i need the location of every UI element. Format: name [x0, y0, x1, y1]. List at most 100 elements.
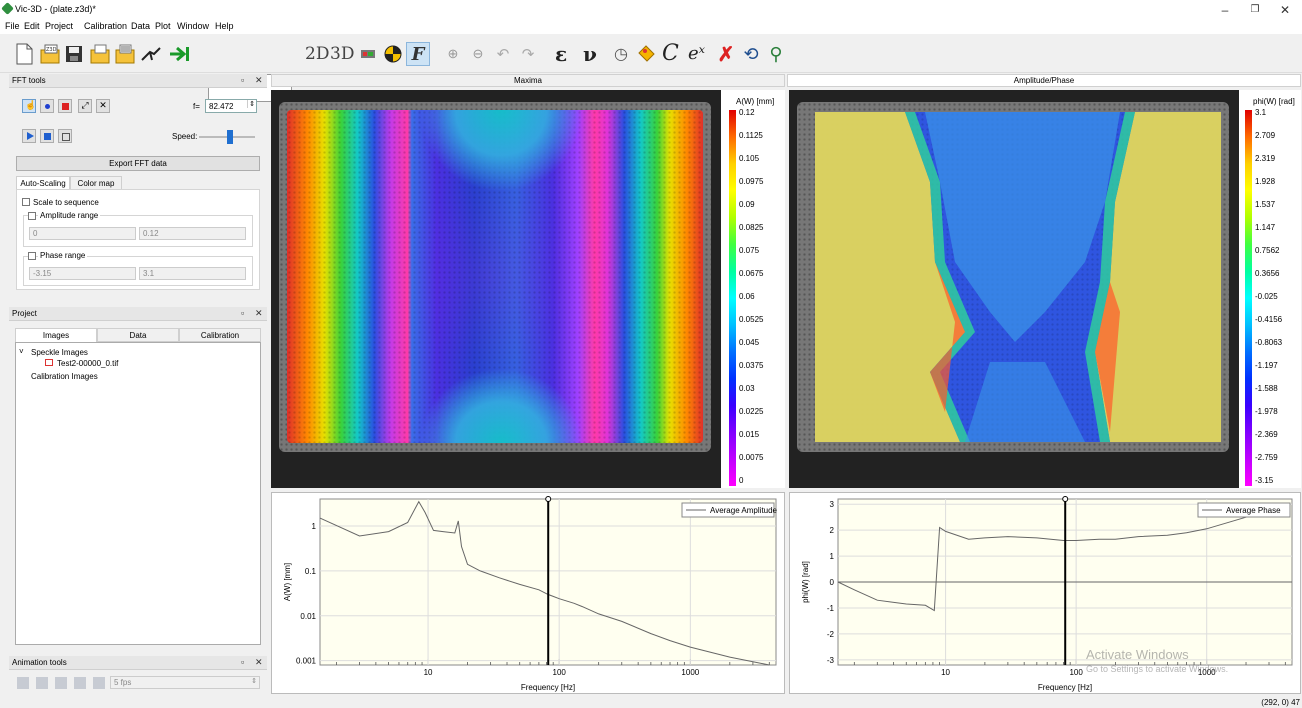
- zoom-out-icon[interactable]: ⊖: [466, 42, 490, 66]
- spin-arrows-icon[interactable]: ⇕: [247, 100, 255, 108]
- line-tool-icon[interactable]: ⤢: [78, 99, 92, 113]
- freq-spinbox[interactable]: 82.472 ⇕: [205, 99, 257, 113]
- menu-plot[interactable]: Plot: [152, 21, 174, 31]
- phase-chart[interactable]: 10 100 10003210-1-2-3Frequency [Hz]phi(W) …: [790, 493, 1300, 693]
- menu-project[interactable]: Project: [42, 21, 76, 31]
- close-panel-icon[interactable]: ✕: [255, 308, 263, 319]
- tab-data[interactable]: Data: [97, 328, 179, 342]
- colorbar-tick-label: 0.015: [739, 430, 760, 439]
- amplitude-plot[interactable]: 10 100 1000 1 0.1 0.01 0.001 Frequency [Hz] A(W)…: [271, 492, 785, 694]
- menu-data[interactable]: Data: [128, 21, 153, 31]
- colorbar-tick-label: 1.928: [1255, 177, 1276, 186]
- float-icon[interactable]: ▫: [241, 657, 244, 667]
- tag-icon[interactable]: [634, 42, 658, 66]
- fps-select[interactable]: 5 fps ⇕: [110, 676, 260, 689]
- phase-min-field[interactable]: -3.15: [29, 267, 136, 280]
- image-view-icon[interactable]: [356, 42, 380, 66]
- calibration-wizard-icon[interactable]: [140, 42, 164, 66]
- save-icon[interactable]: [62, 42, 86, 66]
- tab-images[interactable]: Images: [15, 328, 97, 342]
- delete-icon[interactable]: ✗: [714, 42, 738, 66]
- menu-file[interactable]: File: [2, 21, 23, 31]
- zoom-in-icon[interactable]: ⊕: [441, 42, 465, 66]
- close-button[interactable]: ✕: [1270, 2, 1300, 18]
- history-icon[interactable]: ⟲: [739, 42, 763, 66]
- maxima-image-view[interactable]: [271, 90, 721, 488]
- velocity-icon[interactable]: ν: [583, 42, 597, 66]
- open-images-icon[interactable]: [88, 42, 112, 66]
- phase-image-view[interactable]: [789, 90, 1239, 488]
- close-panel-icon[interactable]: ✕: [255, 75, 263, 86]
- y-tick-label: 2: [830, 526, 835, 535]
- view-2d-button[interactable]: 2D: [305, 42, 329, 66]
- phase-max-field[interactable]: 3.1: [139, 267, 246, 280]
- strain-icon[interactable]: ε: [555, 42, 567, 66]
- watermark-title: Activate Windows: [1086, 647, 1189, 662]
- menu-help[interactable]: Help: [212, 21, 237, 31]
- menu-calibration[interactable]: Calibration: [81, 21, 130, 31]
- tree-calibration-images[interactable]: Calibration Images: [31, 372, 98, 381]
- watermark-subtitle: Go to Settings to activate Windows.: [1086, 664, 1229, 674]
- tree-speckle-images[interactable]: Speckle Images: [31, 348, 88, 357]
- colorbar-tick-label: 0.0825: [739, 223, 764, 232]
- clear-tool-icon[interactable]: ✕: [96, 99, 110, 113]
- anim-last-icon[interactable]: [74, 677, 86, 689]
- person-icon[interactable]: ⚲: [764, 42, 788, 66]
- export-fft-button[interactable]: Export FFT data: [16, 156, 260, 171]
- expand-icon[interactable]: ˅: [19, 347, 24, 356]
- float-icon[interactable]: ▫: [241, 308, 244, 318]
- run-icon[interactable]: [168, 42, 192, 66]
- tab-auto-scaling[interactable]: Auto-Scaling: [16, 176, 70, 190]
- target-icon[interactable]: [381, 42, 405, 66]
- pan-tool-icon[interactable]: ☝: [22, 99, 36, 113]
- x-axis-label: Frequency [Hz]: [1038, 683, 1092, 692]
- view-title-maxima[interactable]: Maxima: [271, 74, 785, 87]
- anim-play-icon[interactable]: [17, 677, 29, 689]
- colorbar-tick-label: -0.8063: [1255, 338, 1283, 347]
- redo-icon[interactable]: ↷: [516, 42, 540, 66]
- clock-icon[interactable]: ◷: [609, 42, 633, 66]
- colorbar-tick-label: 1.147: [1255, 223, 1276, 232]
- menu-window[interactable]: Window: [174, 21, 212, 31]
- anim-first-icon[interactable]: [55, 677, 67, 689]
- c-function-icon[interactable]: C: [662, 42, 679, 66]
- colorbar-tick-label: 0.7562: [1255, 246, 1280, 255]
- amp-max-field[interactable]: 0.12: [139, 227, 246, 240]
- anim-stop-icon[interactable]: [36, 677, 48, 689]
- view-3d-button[interactable]: 3D: [330, 42, 354, 66]
- x-tick-label: 10: [941, 668, 950, 677]
- speed-slider-thumb[interactable]: [226, 130, 233, 144]
- exp-function-icon[interactable]: eˣ: [688, 42, 705, 66]
- undo-icon[interactable]: ↶: [491, 42, 515, 66]
- phase-colorbar-panel: phi(W) [rad] 3.1 2.709 2.319 1.928 1.537 1.14…: [1239, 90, 1301, 488]
- colorbar-tick-label: 1.537: [1255, 200, 1276, 209]
- anim-loop-icon[interactable]: [93, 677, 105, 689]
- amplitude-range-checkbox[interactable]: [28, 212, 36, 220]
- colorbar-tick-label: 2.709: [1255, 131, 1276, 140]
- project-tree: [15, 342, 261, 645]
- new-file-icon[interactable]: [12, 42, 36, 66]
- tab-color-map[interactable]: Color map: [70, 176, 122, 190]
- record-button[interactable]: [58, 129, 72, 143]
- tab-calibration[interactable]: Calibration: [179, 328, 261, 342]
- close-panel-icon[interactable]: ✕: [255, 657, 263, 668]
- open-z3d-icon[interactable]: Z3D: [38, 42, 62, 66]
- spin-arrows-icon[interactable]: ⇕: [251, 677, 257, 685]
- menu-edit[interactable]: Edit: [21, 21, 43, 31]
- phase-range-checkbox[interactable]: [28, 252, 36, 260]
- point-tool-icon[interactable]: [40, 99, 54, 113]
- stop-button[interactable]: [40, 129, 54, 143]
- colorbar-tick-label: -0.4156: [1255, 315, 1283, 324]
- open-calibration-icon[interactable]: [113, 42, 137, 66]
- tree-file[interactable]: Test2-00000_0.tif: [57, 359, 118, 368]
- scale-to-sequence-checkbox[interactable]: [22, 198, 30, 206]
- minimize-button[interactable]: –: [1210, 2, 1240, 18]
- amp-min-field[interactable]: 0: [29, 227, 136, 240]
- float-icon[interactable]: ▫: [241, 75, 244, 85]
- play-button[interactable]: [22, 129, 36, 143]
- rect-tool-icon[interactable]: [58, 99, 72, 113]
- amplitude-chart[interactable]: 10 100 1000 1 0.1 0.01 0.001 Frequency [Hz] A(W)…: [272, 493, 784, 693]
- view-title-amplitude-phase[interactable]: Amplitude/Phase: [787, 74, 1301, 87]
- fft-icon[interactable]: F: [406, 42, 430, 66]
- restore-button[interactable]: ❐: [1240, 2, 1270, 18]
